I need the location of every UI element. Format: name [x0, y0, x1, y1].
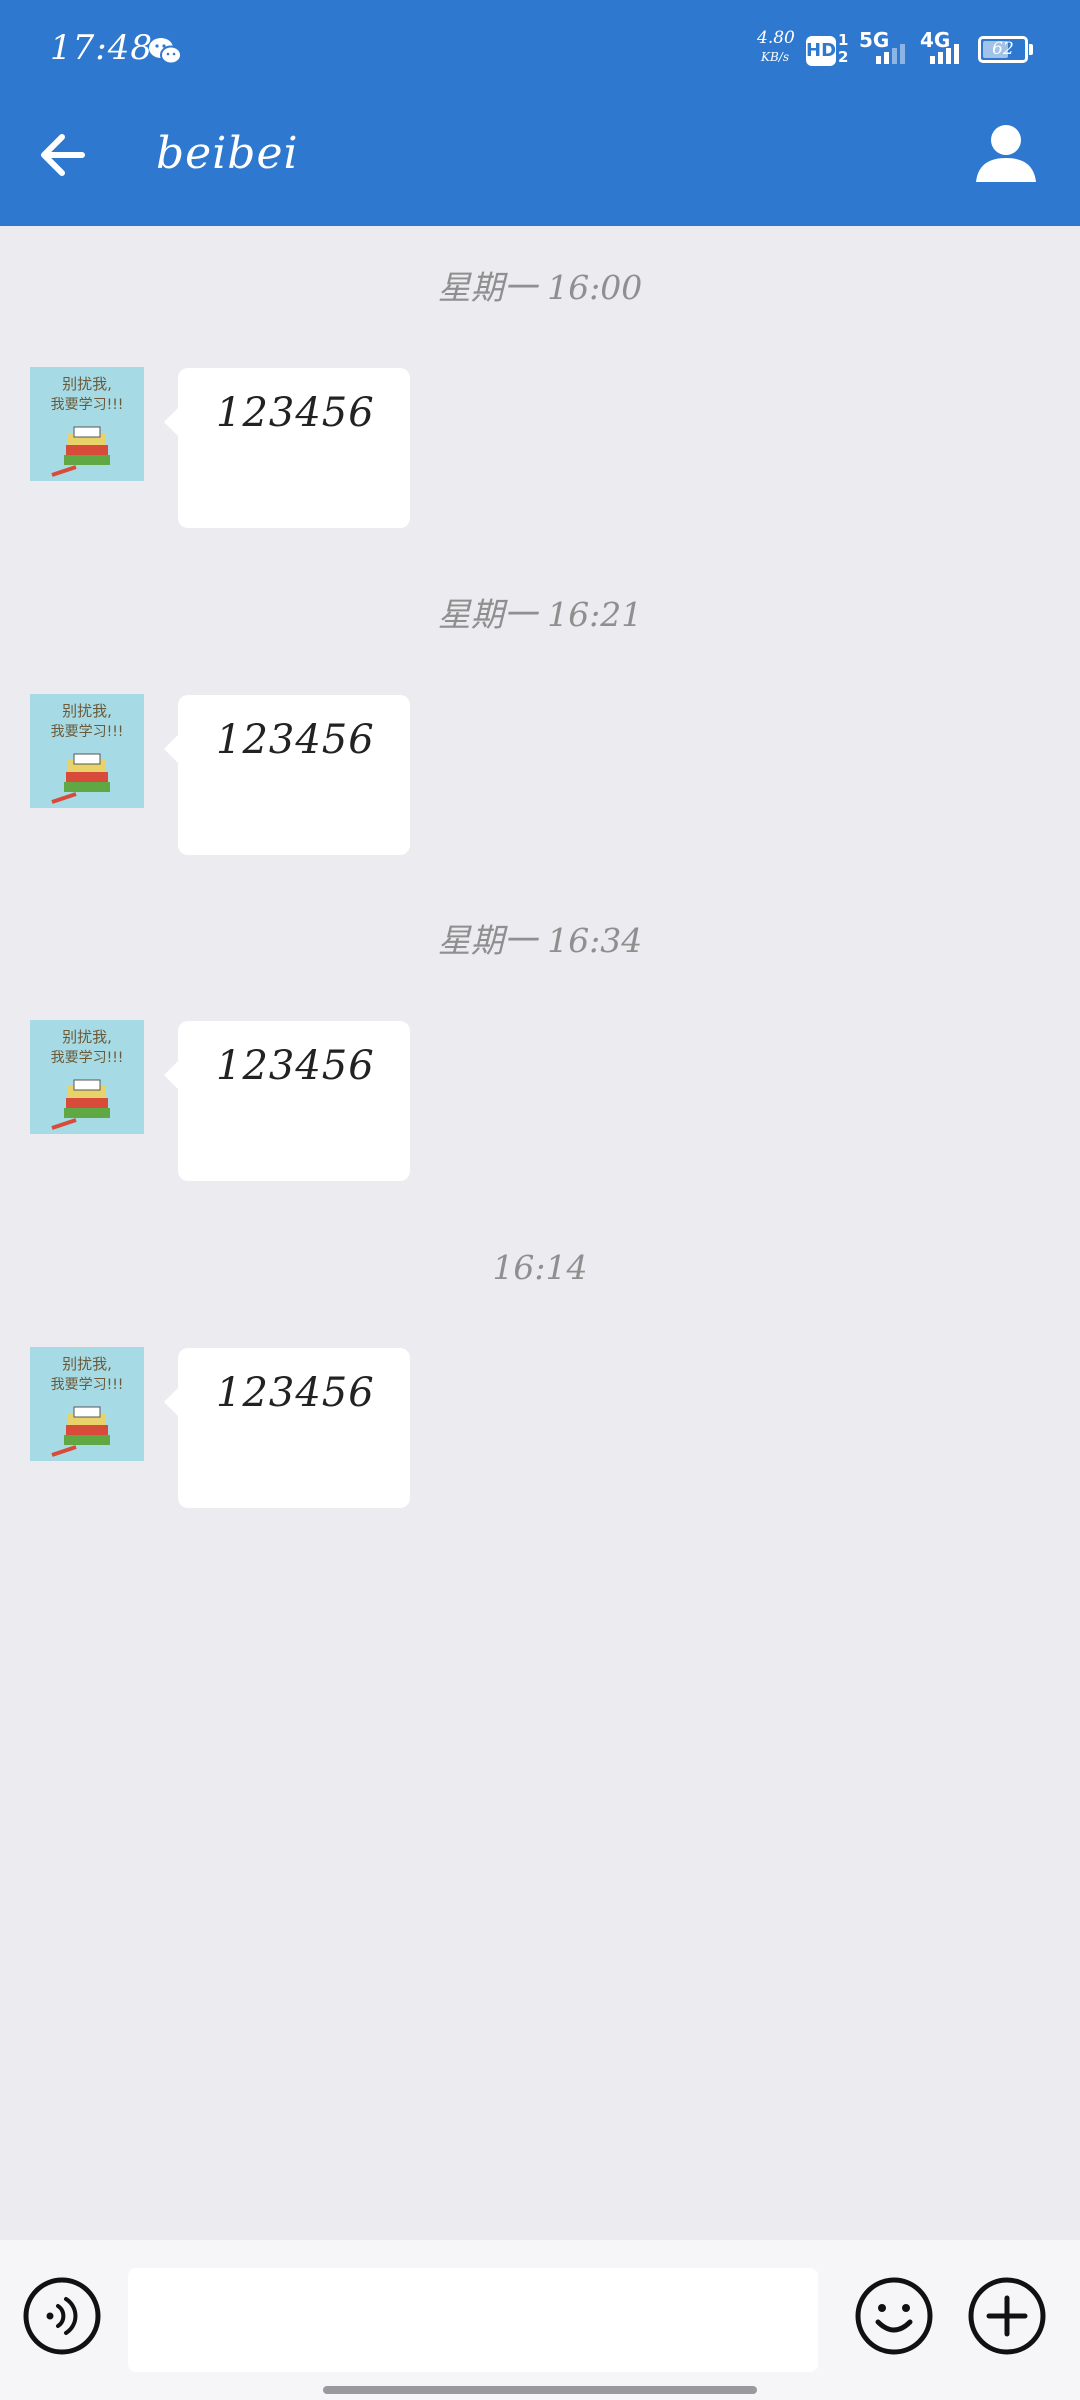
svg-text:别扰我,: 别扰我,	[62, 1028, 112, 1046]
contact-avatar[interactable]: 别扰我, 我要学习!!!	[30, 1347, 144, 1461]
avatar-sticker-image: 别扰我, 我要学习!!!	[30, 1347, 144, 1461]
svg-text:我要学习!!!: 我要学习!!!	[51, 397, 124, 413]
contact-avatar[interactable]: 别扰我, 我要学习!!!	[30, 694, 144, 808]
contact-avatar[interactable]: 别扰我, 我要学习!!!	[30, 367, 144, 481]
avatar-sticker-image: 别扰我, 我要学习!!!	[30, 1020, 144, 1134]
message-bubble[interactable]: 123456	[164, 368, 410, 528]
avatar-sticker-image: 别扰我, 我要学习!!!	[30, 694, 144, 808]
person-icon	[976, 125, 1036, 182]
back-button[interactable]	[30, 120, 100, 190]
home-indicator[interactable]	[323, 2386, 757, 2394]
network-speed-value: 4.80	[757, 28, 795, 48]
signal-5g-icon	[876, 42, 916, 70]
emoji-button[interactable]	[854, 2276, 934, 2356]
message-bubble[interactable]: 123456	[164, 1021, 410, 1181]
status-time: 17:48	[50, 28, 153, 68]
svg-text:我要学习!!!: 我要学习!!!	[51, 1377, 124, 1393]
battery-tip	[1029, 44, 1033, 55]
wechat-icon	[148, 36, 182, 66]
message-bubble[interactable]: 123456	[164, 695, 410, 855]
more-options-button[interactable]	[967, 2276, 1047, 2356]
network-speed: 4.80 KB/s	[757, 28, 795, 64]
message-timestamp: 星期一 16:21	[437, 595, 643, 634]
chat-title: beibei	[156, 128, 299, 179]
battery-level: 62	[992, 39, 1014, 59]
avatar-sticker-image: 别扰我, 我要学习!!!	[30, 367, 144, 481]
plus-circle-icon	[968, 2277, 1046, 2355]
voice-button[interactable]	[22, 2276, 102, 2356]
smiley-icon	[855, 2277, 933, 2355]
message-input[interactable]	[128, 2268, 818, 2372]
profile-button[interactable]	[970, 118, 1042, 190]
battery-icon: 62	[978, 36, 1028, 63]
top-bar: 17:48 4.80 KB/s HD 1 2 5G 4G 62 beibei	[0, 0, 1080, 226]
svg-text:别扰我,: 别扰我,	[62, 702, 112, 720]
voice-icon	[23, 2277, 101, 2355]
hd-sim-numbers: 1 2	[838, 31, 849, 66]
svg-text:我要学习!!!: 我要学习!!!	[51, 1050, 124, 1066]
hd-badge: HD	[806, 36, 836, 66]
svg-text:别扰我,: 别扰我,	[62, 375, 112, 393]
message-timestamp: 星期一 16:34	[437, 921, 643, 960]
contact-avatar[interactable]: 别扰我, 我要学习!!!	[30, 1020, 144, 1134]
network-speed-unit: KB/s	[761, 50, 789, 64]
signal-4g-icon	[930, 42, 970, 70]
input-bar	[0, 2240, 1080, 2400]
svg-text:别扰我,: 别扰我,	[62, 1355, 112, 1373]
svg-text:我要学习!!!: 我要学习!!!	[51, 724, 124, 740]
message-timestamp: 16:14	[492, 1248, 588, 1287]
message-bubble[interactable]: 123456	[164, 1348, 410, 1508]
arrow-left-icon	[41, 134, 85, 176]
message-timestamp: 星期一 16:00	[437, 268, 643, 307]
